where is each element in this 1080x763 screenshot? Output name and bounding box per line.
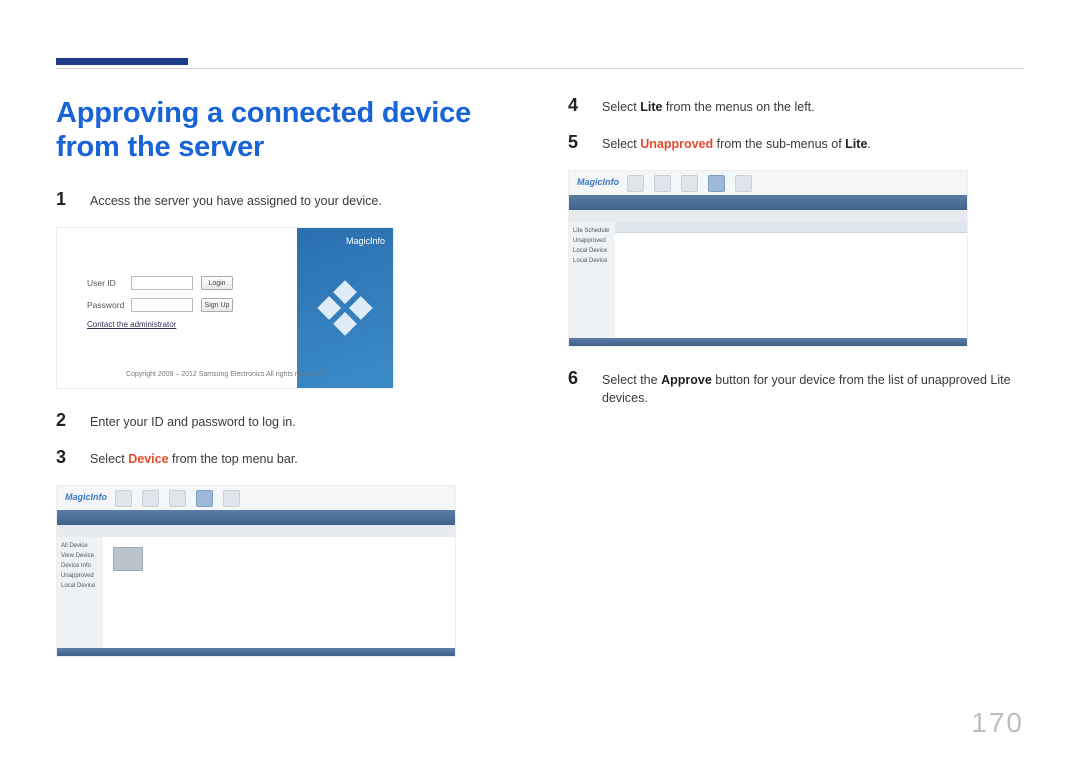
step-number: 2 [56,411,72,432]
diamond-logo-icon [317,280,373,336]
app-footer [569,338,967,346]
app-topbar [57,510,455,525]
steps-left: 1 Access the server you have assigned to… [56,190,512,211]
right-column: 4 Select Lite from the menus on the left… [568,96,1024,679]
step-5: 5 Select Unapproved from the sub-menus o… [568,133,1024,154]
signup-button: Sign Up [201,298,233,312]
input-user-id [131,276,193,290]
nav-icon [735,175,752,192]
app-footer [57,648,455,656]
nav-icon [654,175,671,192]
step-text: Select Lite from the menus on the left. [602,96,815,117]
step-text: Select Device from the top menu bar. [90,448,298,469]
login-button: Login [201,276,233,290]
step-text: Select the Approve button for your devic… [602,369,1024,409]
step-text: Select Unapproved from the sub-menus of … [602,133,871,154]
label-password: Password [87,300,131,310]
step-number: 1 [56,190,72,211]
app-brand: MagicInfo [577,177,619,187]
step-4: 4 Select Lite from the menus on the left… [568,96,1024,117]
screenshot-lite-unapproved: MagicInfo Lite ScheduleUnapprovedLocal D… [568,170,968,347]
nav-icon [115,490,132,507]
step-6: 6 Select the Approve button for your dev… [568,369,1024,409]
nav-icon [223,490,240,507]
nav-icon [142,490,159,507]
steps-right: 4 Select Lite from the menus on the left… [568,96,1024,154]
table-header-row [615,222,967,233]
step-number: 6 [568,369,584,409]
left-column: Approving a connected device from the se… [56,96,512,679]
nav-icon-device [196,490,213,507]
top-iconbar [115,490,240,507]
app-content [615,222,967,338]
step-number: 4 [568,96,584,117]
page-number: 170 [971,707,1024,739]
app-content [103,537,455,648]
step-1: 1 Access the server you have assigned to… [56,190,512,211]
input-password [131,298,193,312]
nav-icon [627,175,644,192]
device-thumbnail [113,547,143,571]
copyright-text: Copyright 2009 – 2012 Samsung Electronic… [57,371,393,378]
step-text: Enter your ID and password to log in. [90,411,296,432]
chapter-accent-bar [56,58,188,65]
step-text: Access the server you have assigned to y… [90,190,382,211]
step-number: 5 [568,133,584,154]
header-rule [56,68,1024,69]
label-user-id: User ID [87,278,131,288]
step-3: 3 Select Device from the top menu bar. [56,448,512,469]
app-topbar [569,195,967,210]
step-number: 3 [56,448,72,469]
step-2: 2 Enter your ID and password to log in. [56,411,512,432]
nav-icon [169,490,186,507]
nav-icon [681,175,698,192]
screenshot-device-menu: MagicInfo All DeviceView DeviceDevice In… [56,485,456,657]
app-brand: MagicInfo [65,492,107,502]
top-iconbar [627,175,752,192]
nav-icon-device [708,175,725,192]
contact-admin-link: Contact the administrator [87,320,233,329]
brand-logo-text: MagicInfo [346,236,385,246]
steps-right-cont: 6 Select the Approve button for your dev… [568,369,1024,409]
section-heading: Approving a connected device from the se… [56,96,512,164]
screenshot-login: User ID Login Password Sign Up Contact t… [56,227,394,389]
steps-left-cont: 2 Enter your ID and password to log in. … [56,411,512,469]
